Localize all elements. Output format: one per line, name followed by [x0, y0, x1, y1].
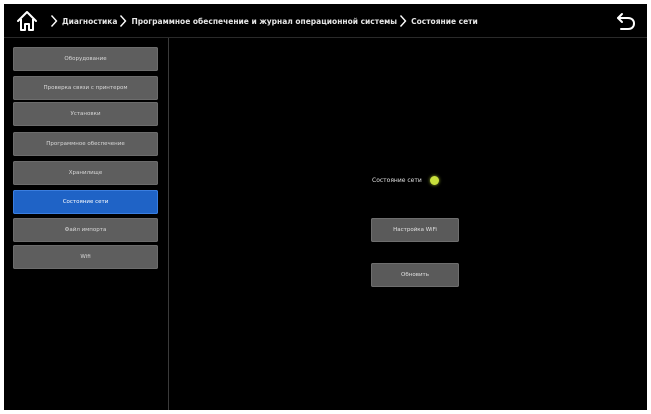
refresh-button[interactable]: Обновить [371, 263, 459, 287]
network-status-label: Состояние сети [372, 176, 422, 184]
wifi-setup-button[interactable]: Настройка WiFi [371, 218, 459, 242]
sidebar-item-wifi[interactable]: Wifi [13, 245, 158, 269]
chevron-right-icon [50, 14, 58, 28]
sidebar-item-printer-connection[interactable]: Проверка связи с принтером [13, 76, 158, 100]
device-screen: Диагностика Программное обеспечение и жу… [4, 4, 647, 410]
sidebar-item-import-file[interactable]: Файл импорта [13, 218, 158, 242]
network-status-row: Состояние сети [372, 174, 439, 186]
back-arrow-icon[interactable] [615, 10, 637, 32]
top-bar: Диагностика Программное обеспечение и жу… [4, 4, 647, 38]
breadcrumb: Диагностика Программное обеспечение и жу… [48, 13, 478, 29]
main-content: Состояние сети Настройка WiFi Обновить [169, 38, 647, 410]
sidebar-item-settings[interactable]: Установки [13, 102, 158, 126]
sidebar-item-network-status[interactable]: Состояние сети [13, 190, 158, 214]
home-icon[interactable] [16, 10, 38, 32]
breadcrumb-item-diagnostics[interactable]: Диагностика [62, 17, 117, 26]
chevron-right-icon [399, 14, 407, 28]
sidebar-item-hardware[interactable]: Оборудование [13, 47, 158, 71]
breadcrumb-item-software-log[interactable]: Программное обеспечение и журнал операци… [131, 17, 397, 26]
sidebar-item-software[interactable]: Программное обеспечение [13, 132, 158, 156]
status-indicator-icon [429, 175, 439, 185]
chevron-right-icon [119, 14, 127, 28]
sidebar-menu: Оборудование Проверка связи с принтером … [4, 38, 169, 410]
breadcrumb-item-network-status: Состояние сети [411, 16, 478, 26]
sidebar-item-storage[interactable]: Хранилище [13, 161, 158, 185]
